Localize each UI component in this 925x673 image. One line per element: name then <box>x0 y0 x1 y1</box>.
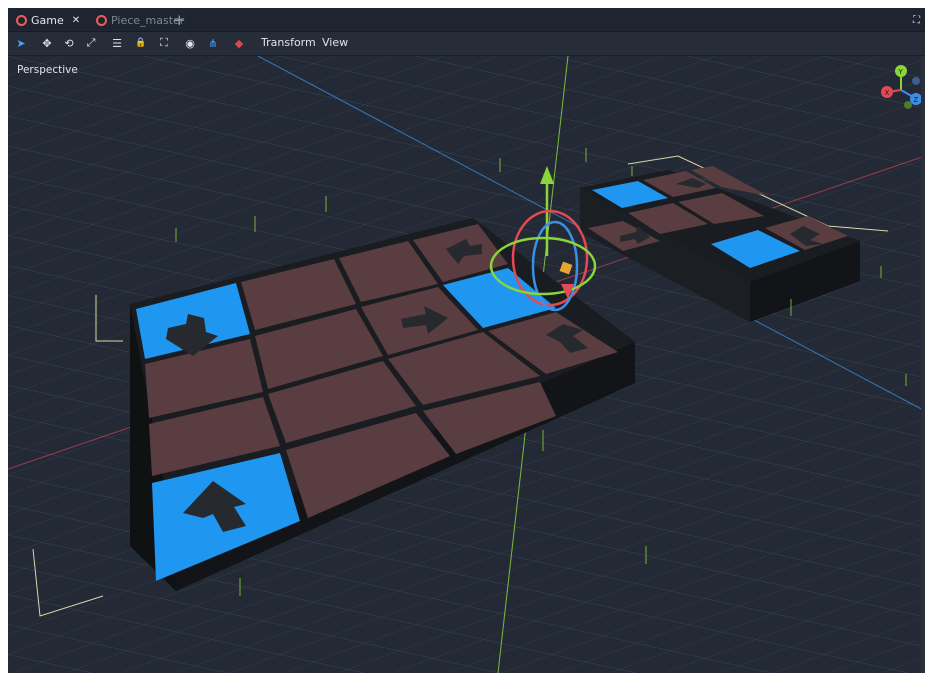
rotate-icon[interactable]: ⟲ <box>62 36 76 50</box>
scene-tab-bar: Game ✕ Piece_master + ⛶ <box>8 8 925 32</box>
fullscreen-icon[interactable]: ⛶ <box>913 11 920 29</box>
menu-view[interactable]: View <box>322 36 348 49</box>
add-tab-button[interactable]: + <box>173 11 186 29</box>
camera-icon[interactable]: ◆ <box>232 36 246 50</box>
axis-y-label: Y <box>898 68 904 76</box>
viewport-scrollbar[interactable] <box>921 56 925 673</box>
tab-piece-master[interactable]: Piece_master <box>96 11 184 29</box>
select-icon[interactable]: ➤ <box>14 36 28 50</box>
move-icon[interactable]: ✥ <box>40 36 54 50</box>
menu-transform[interactable]: Transform <box>261 36 316 49</box>
group-icon[interactable]: ⛶ <box>157 36 171 50</box>
3d-viewport[interactable]: Perspective Y X Z <box>8 55 925 673</box>
scene-icon <box>16 14 27 26</box>
axis-x-label: X <box>885 89 890 97</box>
orientation-gizmo[interactable]: Y X Z <box>878 64 925 112</box>
viewport-scene <box>8 55 925 673</box>
local-space-icon[interactable]: ◉ <box>183 36 197 50</box>
viewport-toolbar: ➤ ✥ ⟲ ⤢ ☰ 🔒 ⛶ ◉ ⋔ ◆ Transform View <box>8 32 925 56</box>
tab-game[interactable]: Game ✕ <box>16 11 80 29</box>
axis-z-label: Z <box>914 96 919 104</box>
list-icon[interactable]: ☰ <box>110 36 124 50</box>
lock-icon[interactable]: 🔒 <box>134 36 148 50</box>
scene-icon <box>96 14 107 26</box>
editor-window: Game ✕ Piece_master + ⛶ ➤ ✥ ⟲ ⤢ ☰ 🔒 ⛶ ◉ … <box>8 8 925 673</box>
close-icon[interactable]: ✕ <box>72 15 80 26</box>
tab-label: Game <box>31 13 64 27</box>
viewport-perspective-label[interactable]: Perspective <box>17 64 78 76</box>
scale-icon[interactable]: ⤢ <box>84 36 98 50</box>
snap-icon[interactable]: ⋔ <box>206 36 220 50</box>
